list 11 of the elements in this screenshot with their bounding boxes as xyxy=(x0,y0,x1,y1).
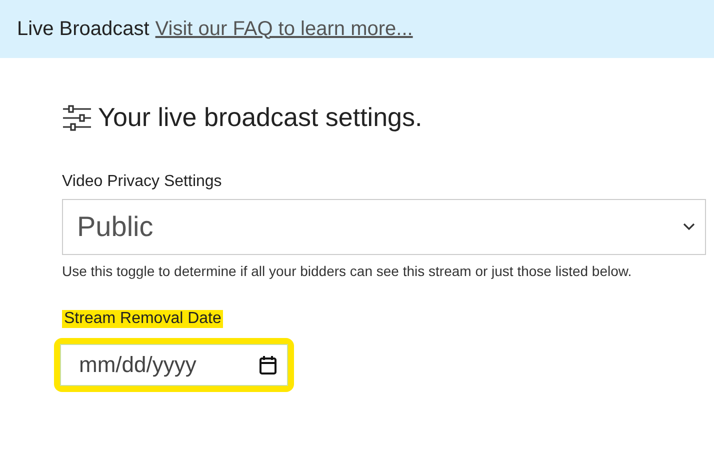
calendar-icon xyxy=(259,355,277,375)
faq-link[interactable]: Visit our FAQ to learn more... xyxy=(155,18,413,40)
sliders-icon xyxy=(62,104,92,130)
chevron-down-icon xyxy=(683,223,695,231)
field-label: Stream Removal Date xyxy=(62,310,224,328)
help-text: Use this toggle to determine if all your bidders can see this stream or just those listed below. xyxy=(62,262,633,281)
field-label: Video Privacy Settings xyxy=(62,173,223,191)
privacy-select[interactable]: Public xyxy=(62,199,706,255)
section-heading: Your live broadcast settings. xyxy=(98,102,422,133)
date-field[interactable]: mm/dd/yyyy xyxy=(60,344,288,386)
banner-title: Live Broadcast xyxy=(17,18,150,40)
